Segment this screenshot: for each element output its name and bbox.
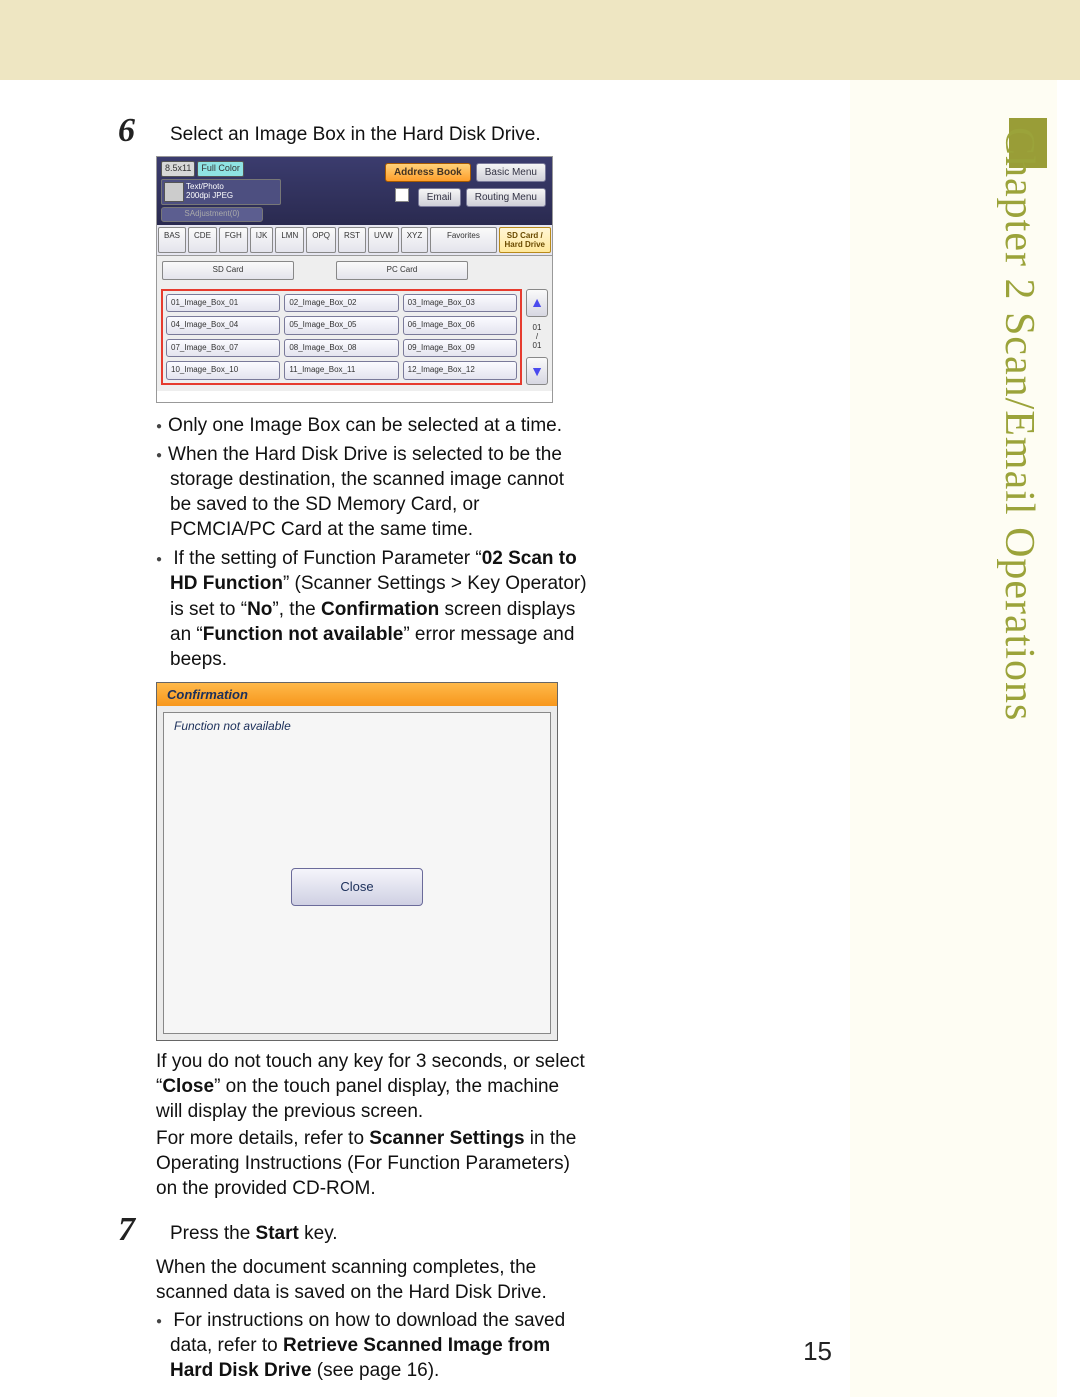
tab-active-l2: Hard Drive xyxy=(505,240,545,249)
step-6-notes: Only one Image Box can be selected at a … xyxy=(156,413,588,672)
tab-ijk[interactable]: IJK xyxy=(250,227,274,253)
tab-sd-hard-drive[interactable]: SD Card / Hard Drive xyxy=(499,227,551,253)
dialog-message: Function not available xyxy=(164,713,550,741)
email-button[interactable]: Email xyxy=(418,188,461,207)
card-selector-row: SD Card PC Card xyxy=(157,256,552,285)
document-icon xyxy=(164,182,184,202)
adjustment-slot: SAdjustment(0) xyxy=(161,207,263,222)
tab-rst[interactable]: RST xyxy=(338,227,366,253)
content-column: 6 Select an Image Box in the Hard Disk D… xyxy=(118,118,588,1387)
routing-menu-button[interactable]: Routing Menu xyxy=(466,188,546,207)
step-7-text: Press the Start key. xyxy=(170,1217,588,1246)
note-one-box: Only one Image Box can be selected at a … xyxy=(156,413,588,438)
post-dialog-p1: If you do not touch any key for 3 second… xyxy=(156,1049,588,1124)
page: Chapter 2 Scan/Email Operations 6 Select… xyxy=(0,0,1080,1397)
panel-header-left: 8.5x11 Full Color Text/Photo 200dpi JPEG… xyxy=(161,161,281,221)
image-box-01[interactable]: 01_Image_Box_01 xyxy=(166,294,280,313)
panel-scan-info: Text/Photo 200dpi JPEG xyxy=(161,179,281,205)
dialog-title: Confirmation xyxy=(157,683,557,706)
confirmation-dialog: Confirmation Function not available Clos… xyxy=(156,682,558,1041)
step-7-body: When the document scanning completes, th… xyxy=(156,1255,588,1305)
image-box-11[interactable]: 11_Image_Box_11 xyxy=(284,361,398,380)
step-7-notes: For instructions on how to download the … xyxy=(156,1308,588,1383)
tab-lmn[interactable]: LMN xyxy=(275,227,304,253)
dialog-body: Function not available Close xyxy=(163,712,551,1034)
image-box-05[interactable]: 05_Image_Box_05 xyxy=(284,316,398,335)
chip-color-mode: Full Color xyxy=(197,161,244,177)
post-dialog-text: If you do not touch any key for 3 second… xyxy=(156,1049,588,1201)
image-box-07[interactable]: 07_Image_Box_07 xyxy=(166,339,280,358)
scroll-up-button[interactable]: ▲ xyxy=(526,289,548,317)
image-box-10[interactable]: 10_Image_Box_10 xyxy=(166,361,280,380)
image-box-08[interactable]: 08_Image_Box_08 xyxy=(284,339,398,358)
address-book-button[interactable]: Address Book xyxy=(385,163,471,182)
tab-opq[interactable]: OPQ xyxy=(306,227,336,253)
info-line2: 200dpi JPEG xyxy=(186,191,233,200)
post-dialog-p2: For more details, refer to Scanner Setti… xyxy=(156,1126,588,1201)
tab-cde[interactable]: CDE xyxy=(188,227,217,253)
image-box-grid: 01_Image_Box_01 02_Image_Box_02 03_Image… xyxy=(161,289,522,385)
chip-paper-size: 8.5x11 xyxy=(161,161,195,177)
tab-bas[interactable]: BAS xyxy=(158,227,186,253)
step-7-number: 7 xyxy=(118,1213,170,1247)
image-box-body: 01_Image_Box_01 02_Image_Box_02 03_Image… xyxy=(157,285,552,391)
step-6-text: Select an Image Box in the Hard Disk Dri… xyxy=(170,118,588,147)
alpha-tabs: BAS CDE FGH IJK LMN OPQ RST UVW XYZ Favo… xyxy=(157,225,552,256)
note-download-ref: For instructions on how to download the … xyxy=(156,1308,588,1383)
image-box-04[interactable]: 04_Image_Box_04 xyxy=(166,316,280,335)
image-box-02[interactable]: 02_Image_Box_02 xyxy=(284,294,398,313)
page-number: 15 xyxy=(803,1336,832,1367)
chapter-heading: Chapter 2 Scan/Email Operations xyxy=(995,127,1043,721)
tab-fgh[interactable]: FGH xyxy=(219,227,248,253)
note-function-parameter: If the setting of Function Parameter “02… xyxy=(156,546,588,671)
scroll-down-button[interactable]: ▼ xyxy=(526,357,548,385)
touch-panel-image-box: 8.5x11 Full Color Text/Photo 200dpi JPEG… xyxy=(156,156,553,403)
basic-menu-button[interactable]: Basic Menu xyxy=(476,163,546,182)
image-box-09[interactable]: 09_Image_Box_09 xyxy=(403,339,517,358)
info-line1: Text/Photo xyxy=(186,182,233,191)
panel-header-right: Address Book Basic Menu Email Routing Me… xyxy=(281,161,548,221)
panel-header: 8.5x11 Full Color Text/Photo 200dpi JPEG… xyxy=(157,157,552,225)
tab-favorites[interactable]: Favorites xyxy=(430,227,496,253)
sd-card-button[interactable]: SD Card xyxy=(162,261,294,280)
step-6: 6 Select an Image Box in the Hard Disk D… xyxy=(118,118,588,148)
image-box-12[interactable]: 12_Image_Box_12 xyxy=(403,361,517,380)
step-7-p1: When the document scanning completes, th… xyxy=(156,1255,588,1305)
scroll-column: ▲ 01/01 ▼ xyxy=(526,289,548,385)
page-indicator: 01/01 xyxy=(533,323,542,350)
close-button[interactable]: Close xyxy=(291,868,423,906)
tab-xyz[interactable]: XYZ xyxy=(401,227,429,253)
pc-card-button[interactable]: PC Card xyxy=(336,261,468,280)
top-banner xyxy=(0,0,1080,80)
tab-active-l1: SD Card / xyxy=(507,231,543,240)
image-box-06[interactable]: 06_Image_Box_06 xyxy=(403,316,517,335)
step-7: 7 Press the Start key. xyxy=(118,1217,588,1247)
email-icon xyxy=(395,188,409,202)
tab-uvw[interactable]: UVW xyxy=(368,227,399,253)
step-6-number: 6 xyxy=(118,114,170,148)
note-exclusive-destination: When the Hard Disk Drive is selected to … xyxy=(156,442,588,542)
image-box-03[interactable]: 03_Image_Box_03 xyxy=(403,294,517,313)
